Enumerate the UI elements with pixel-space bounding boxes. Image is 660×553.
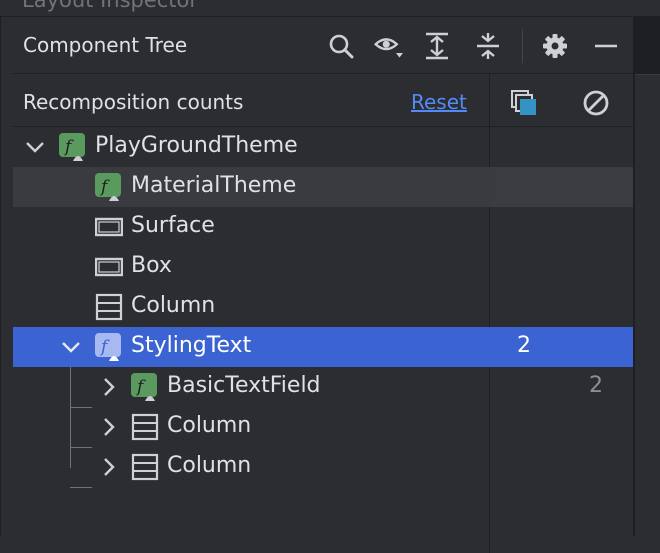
count-cell bbox=[489, 167, 634, 207]
tree-row-materialtheme[interactable]: f MaterialTheme bbox=[13, 167, 634, 207]
tree-row-label: Column bbox=[167, 453, 252, 478]
reset-counts-link[interactable]: Reset bbox=[411, 90, 467, 114]
tree-row-column[interactable]: Column bbox=[13, 287, 634, 327]
skip-count-icon[interactable] bbox=[581, 88, 611, 118]
toolbar-separator bbox=[522, 29, 523, 63]
tree-row-basictextfield[interactable]: f BasicTextField 2 bbox=[13, 367, 634, 407]
tree-row-column[interactable]: Column bbox=[13, 447, 634, 487]
compose-icon: f bbox=[95, 333, 123, 361]
side-gutter-panel bbox=[635, 74, 660, 537]
tree-row-label: MaterialTheme bbox=[131, 173, 297, 198]
tree-row-label: StylingText bbox=[131, 333, 252, 358]
surface-icon bbox=[94, 213, 124, 241]
chevron-down-icon[interactable] bbox=[59, 335, 83, 359]
column-icon bbox=[131, 413, 159, 441]
recomposition-count: 2 bbox=[517, 333, 531, 358]
search-icon[interactable] bbox=[326, 31, 356, 61]
tree-row-stylingtext[interactable]: f StylingText 2 bbox=[13, 327, 634, 367]
gear-icon[interactable] bbox=[540, 31, 570, 61]
compose-icon: f bbox=[95, 173, 123, 201]
tree-guide-branch bbox=[70, 487, 92, 488]
column-icon bbox=[131, 453, 159, 481]
window-title-strip: Layout Inspector bbox=[0, 0, 660, 17]
composition-count-icon[interactable] bbox=[509, 88, 539, 118]
chevron-right-icon[interactable] bbox=[97, 415, 121, 439]
eye-icon[interactable] bbox=[373, 31, 403, 61]
recomposition-header: Recomposition counts Reset bbox=[13, 74, 634, 127]
panel-title: Component Tree bbox=[23, 33, 188, 57]
tree-row-label: BasicTextField bbox=[167, 373, 321, 398]
window-title: Layout Inspector bbox=[22, 0, 199, 12]
component-tree: f PlayGroundTheme f MaterialTheme Surfac… bbox=[13, 127, 634, 553]
chevron-right-icon[interactable] bbox=[97, 375, 121, 399]
tree-row-label: PlayGroundTheme bbox=[95, 133, 298, 158]
tree-row-surface[interactable]: Surface bbox=[13, 207, 634, 247]
box-icon bbox=[94, 253, 124, 281]
compose-icon: f bbox=[131, 373, 159, 401]
minimize-icon[interactable] bbox=[591, 31, 621, 61]
recomposition-counts-label: Recomposition counts bbox=[23, 90, 244, 114]
side-gutter bbox=[633, 17, 660, 537]
tree-row-label: Surface bbox=[131, 213, 215, 238]
tree-row-label: Box bbox=[131, 253, 172, 278]
tree-row-label: Column bbox=[167, 413, 252, 438]
component-tree-panel: Component Tree Recomposition counts Rese… bbox=[0, 17, 634, 553]
compose-icon: f bbox=[59, 133, 87, 161]
chevron-down-icon[interactable] bbox=[23, 135, 47, 159]
tree-row-box[interactable]: Box bbox=[13, 247, 634, 287]
expand-all-icon[interactable] bbox=[422, 31, 452, 61]
tree-row-label: Column bbox=[131, 293, 216, 318]
chevron-right-icon[interactable] bbox=[97, 455, 121, 479]
collapse-all-icon[interactable] bbox=[473, 31, 503, 61]
skip-count: 2 bbox=[589, 373, 603, 398]
component-tree-header: Component Tree bbox=[13, 17, 634, 74]
tree-row-playgroundtheme[interactable]: f PlayGroundTheme bbox=[13, 127, 634, 167]
column-icon bbox=[95, 293, 123, 321]
tree-row-column[interactable]: Column bbox=[13, 407, 634, 447]
